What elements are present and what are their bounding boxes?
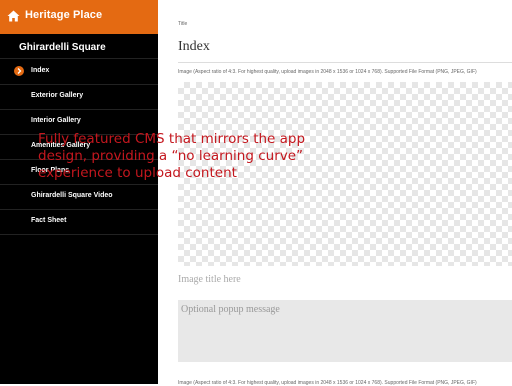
sidebar-item-ghirardelli-square-video[interactable]: Ghirardelli Square Video — [0, 185, 158, 210]
popup-placeholder: Optional popup message — [181, 304, 280, 315]
title-input[interactable] — [178, 34, 494, 60]
sidebar-item-fact-sheet[interactable]: Fact Sheet — [0, 210, 158, 235]
sidebar-item-label: Interior Gallery — [31, 117, 81, 124]
image-help-text: Image (Aspect ratio of 4:3. For highest … — [178, 69, 477, 75]
sidebar-item-label: Fact Sheet — [31, 217, 67, 224]
divider — [0, 58, 158, 59]
sidebar-header: Heritage Place — [0, 0, 158, 34]
sidebar: Heritage Place Ghirardelli Square Index … — [0, 0, 158, 384]
image-help-text-bottom: Image (Aspect ratio of 4:3. For highest … — [178, 380, 477, 386]
image-title-input[interactable]: Image title here — [178, 274, 508, 294]
home-icon[interactable] — [7, 10, 20, 22]
active-arrow-icon — [14, 66, 24, 76]
app-title: Heritage Place — [25, 9, 103, 21]
title-field-label: Title — [178, 21, 188, 27]
sidebar-item-label: Index — [31, 67, 50, 74]
popup-message-field[interactable]: Optional popup message — [178, 300, 512, 362]
sidebar-item-label: Ghirardelli Square Video — [31, 192, 113, 199]
sidebar-item-exterior-gallery[interactable]: Exterior Gallery — [0, 85, 158, 110]
main-content: Title Image (Aspect ratio of 4:3. For hi… — [158, 0, 512, 386]
sidebar-item-index[interactable]: Index — [0, 60, 158, 85]
sidebar-item-label: Exterior Gallery — [31, 92, 84, 99]
promo-overlay-text: Fully featured CMS that mirrors the app … — [38, 131, 306, 181]
title-underline — [178, 62, 512, 63]
section-title: Ghirardelli Square — [19, 42, 106, 53]
